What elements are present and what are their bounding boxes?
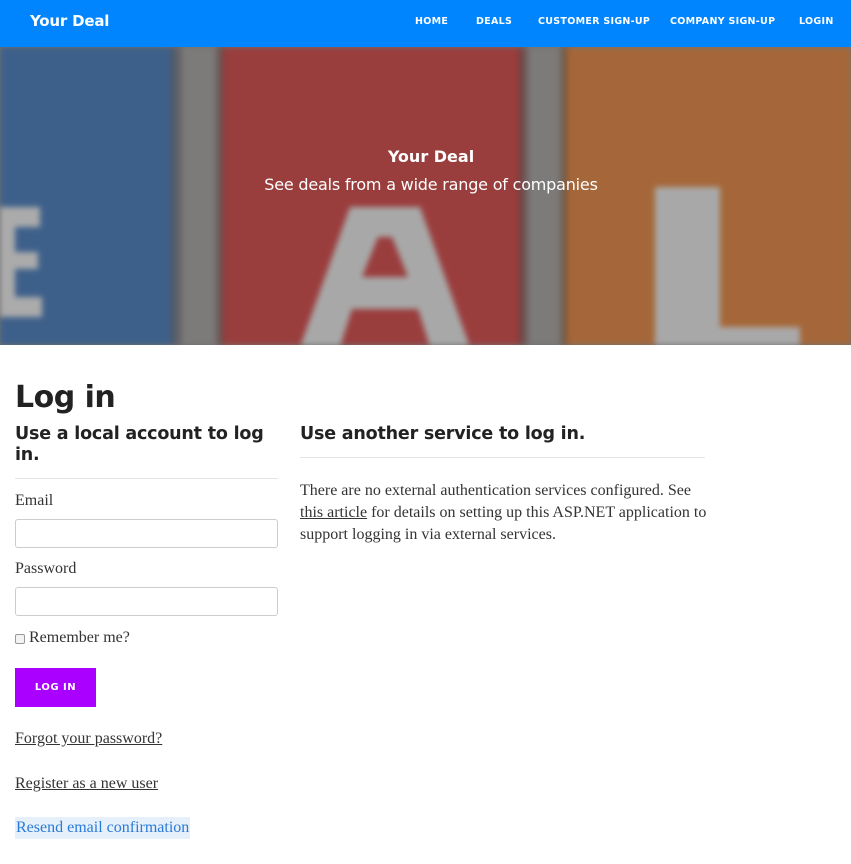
page-title: Log in <box>15 380 116 415</box>
divider <box>15 478 278 479</box>
hero-overlay <box>0 47 851 345</box>
external-service-heading: Use another service to log in. <box>300 424 586 444</box>
nav-home[interactable]: HOME <box>415 16 448 27</box>
nav-login[interactable]: LOGIN <box>799 16 834 27</box>
remember-me-checkbox[interactable] <box>15 634 25 644</box>
nav-deals[interactable]: DEALS <box>476 16 512 27</box>
email-label: Email <box>15 492 54 509</box>
forgot-password-link[interactable]: Forgot your password? <box>15 730 162 748</box>
article-link[interactable]: this article <box>300 504 367 521</box>
hero-banner: Your Deal See deals from a wide range of… <box>0 47 851 345</box>
external-services-text: There are no external authentication ser… <box>300 480 710 546</box>
nav-company-sign-up[interactable]: COMPANY SIGN-UP <box>670 16 775 27</box>
nav-links: HOME DEALS CUSTOMER SIGN-UP COMPANY SIGN… <box>0 16 851 30</box>
hero-title: Your Deal <box>387 147 475 166</box>
local-account-heading: Use a local account to log in. <box>15 424 264 465</box>
navbar: Your Deal HOME DEALS CUSTOMER SIGN-UP CO… <box>0 0 851 47</box>
external-text-part1: There are no external authentication ser… <box>300 482 691 499</box>
register-link[interactable]: Register as a new user <box>15 775 158 793</box>
password-label: Password <box>15 560 77 577</box>
login-button[interactable]: LOG IN <box>15 668 96 707</box>
resend-confirmation-link[interactable]: Resend email confirmation <box>15 817 191 839</box>
hero-subtitle: See deals from a wide range of companies <box>264 175 598 194</box>
divider <box>300 457 705 458</box>
email-input[interactable] <box>15 519 278 548</box>
remember-me-label[interactable]: Remember me? <box>29 629 130 647</box>
password-input[interactable] <box>15 587 278 616</box>
nav-customer-sign-up[interactable]: CUSTOMER SIGN-UP <box>538 16 650 27</box>
